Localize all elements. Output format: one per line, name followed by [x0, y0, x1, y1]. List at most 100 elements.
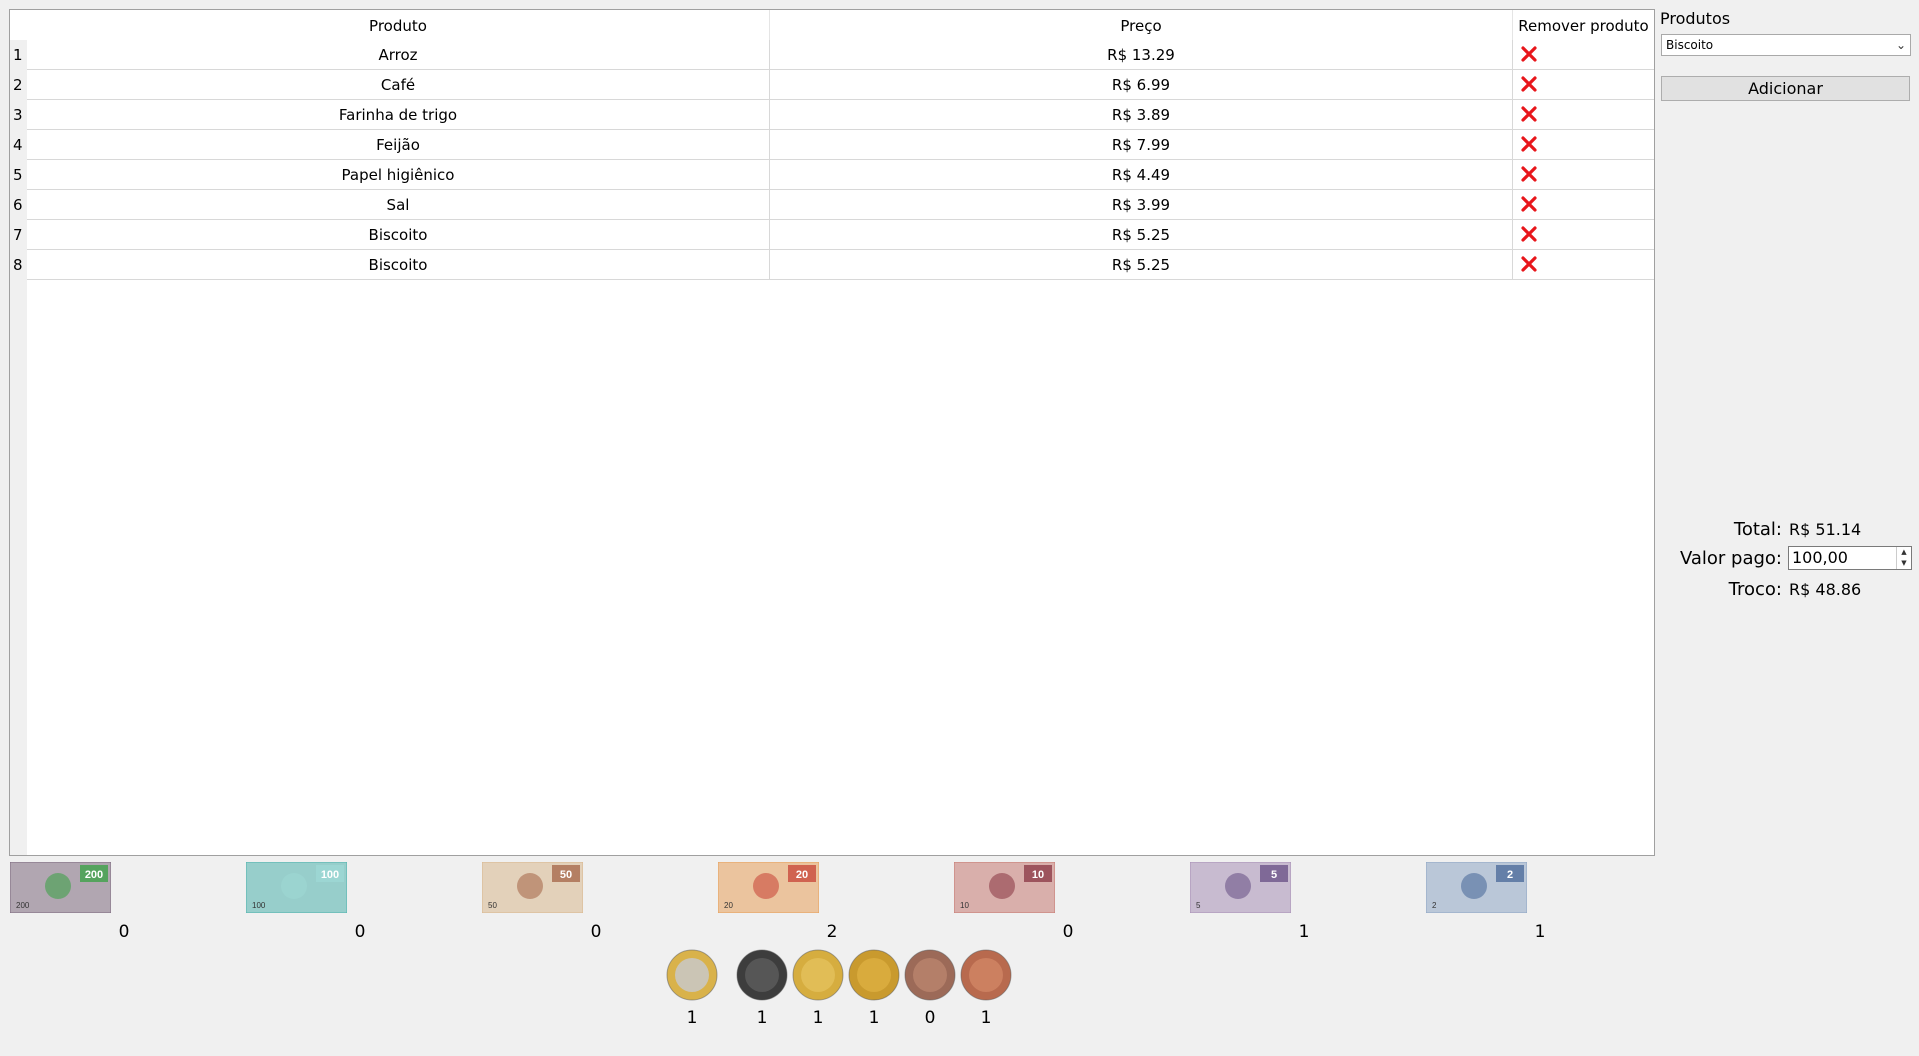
row-number[interactable]: 3 [10, 100, 27, 130]
table-corner [10, 10, 27, 40]
banknote-2-icon[interactable]: 22 [1426, 862, 1527, 913]
header-product[interactable]: Produto [27, 10, 770, 40]
header-price[interactable]: Preço [770, 10, 1513, 40]
chevron-down-icon[interactable]: ⌄ [1896, 35, 1906, 55]
table-row[interactable]: 1 Arroz R$ 13.29 [10, 40, 1654, 70]
banknote-corner-value: 20 [724, 901, 733, 910]
remove-cell [1513, 220, 1654, 250]
table-body: 1 Arroz R$ 13.29 2 Café R$ 6.99 3 Farinha de tr… [10, 40, 1654, 280]
paid-label: Valor pago: [1679, 548, 1782, 569]
price-cell[interactable]: R$ 6.99 [770, 70, 1513, 100]
paid-input-value: 100,00 [1792, 548, 1848, 567]
header-remove[interactable]: Remover produto [1513, 10, 1654, 40]
products-label: Produtos [1660, 9, 1731, 28]
coin-5-centavos-icon[interactable] [904, 949, 956, 1001]
remove-x-icon[interactable] [1521, 136, 1537, 152]
banknote-denomination: 10 [1032, 869, 1044, 881]
remove-x-icon[interactable] [1521, 256, 1537, 272]
banknote-count: 0 [1062, 922, 1074, 942]
table-header: Produto Preço Remover produto [27, 10, 1654, 40]
coin-10-centavos-icon[interactable] [848, 949, 900, 1001]
remove-x-icon[interactable] [1521, 76, 1537, 92]
banknote-corner-value: 10 [960, 901, 969, 910]
banknote-200-icon[interactable]: 200 200 [10, 862, 111, 913]
product-cell[interactable]: Arroz [27, 40, 770, 70]
coin-count: 1 [686, 1008, 698, 1028]
coin-1-real-icon[interactable] [666, 949, 718, 1001]
product-select[interactable]: Biscoito ⌄ [1661, 34, 1911, 56]
banknote-denomination: 20 [796, 869, 808, 881]
banknote-denomination: 2 [1507, 869, 1513, 881]
product-cell[interactable]: Papel higiênico [27, 160, 770, 190]
product-cell[interactable]: Feijão [27, 130, 770, 160]
price-cell[interactable]: R$ 3.99 [770, 190, 1513, 220]
row-number[interactable]: 6 [10, 190, 27, 220]
table-row[interactable]: 2 Café R$ 6.99 [10, 70, 1654, 100]
remove-cell [1513, 100, 1654, 130]
product-cell[interactable]: Biscoito [27, 220, 770, 250]
banknote-corner-value: 2 [1432, 901, 1437, 910]
remove-x-icon[interactable] [1521, 166, 1537, 182]
banknote-50-icon[interactable]: 50 50 [482, 862, 583, 913]
banknote-denomination: 50 [560, 869, 572, 881]
banknote-10-icon[interactable]: 10 10 [954, 862, 1055, 913]
row-number[interactable]: 7 [10, 220, 27, 250]
banknote-corner-value: 5 [1196, 901, 1201, 910]
row-number[interactable]: 8 [10, 250, 27, 280]
banknote-count: 0 [590, 922, 602, 942]
row-number[interactable]: 2 [10, 70, 27, 100]
table-row[interactable]: 4 Feijão R$ 7.99 [10, 130, 1654, 160]
product-select-value: Biscoito [1666, 38, 1714, 52]
banknote-denomination: 200 [85, 869, 103, 881]
banknote-20-icon[interactable]: 20 20 [718, 862, 819, 913]
remove-x-icon[interactable] [1521, 226, 1537, 242]
remove-x-icon[interactable] [1521, 106, 1537, 122]
remove-cell [1513, 40, 1654, 70]
price-cell[interactable]: R$ 5.25 [770, 220, 1513, 250]
table-row[interactable]: 5 Papel higiênico R$ 4.49 [10, 160, 1654, 190]
coin-count: 1 [812, 1008, 824, 1028]
coin-50-centavos-icon[interactable] [736, 949, 788, 1001]
price-cell[interactable]: R$ 3.89 [770, 100, 1513, 130]
table-row[interactable]: 7 Biscoito R$ 5.25 [10, 220, 1654, 250]
product-cell[interactable]: Biscoito [27, 250, 770, 280]
product-cell[interactable]: Sal [27, 190, 770, 220]
price-cell[interactable]: R$ 13.29 [770, 40, 1513, 70]
banknote-count: 0 [354, 922, 366, 942]
remove-cell [1513, 70, 1654, 100]
product-cell[interactable]: Café [27, 70, 770, 100]
banknote-count: 2 [826, 922, 838, 942]
price-cell[interactable]: R$ 5.25 [770, 250, 1513, 280]
remove-x-icon[interactable] [1521, 46, 1537, 62]
table-row[interactable]: 6 Sal R$ 3.99 [10, 190, 1654, 220]
paid-input[interactable]: 100,00 ▲ ▼ [1788, 546, 1912, 570]
banknote-corner-value: 100 [252, 901, 266, 910]
table-row[interactable]: 8 Biscoito R$ 5.25 [10, 250, 1654, 280]
row-number[interactable]: 4 [10, 130, 27, 160]
banknote-corner-value: 200 [16, 901, 30, 910]
remove-cell [1513, 250, 1654, 280]
banknote-100-icon[interactable]: 100 100 [246, 862, 347, 913]
coin-1-centavo-icon[interactable] [960, 949, 1012, 1001]
banknote-5-icon[interactable]: 55 [1190, 862, 1291, 913]
banknote-count: 1 [1298, 922, 1310, 942]
products-table[interactable]: Produto Preço Remover produto 1 Arroz R$ 1… [9, 9, 1655, 856]
banknote-denomination: 100 [321, 869, 339, 881]
price-cell[interactable]: R$ 7.99 [770, 130, 1513, 160]
paid-spinner[interactable]: ▲ ▼ [1896, 547, 1911, 569]
remove-cell [1513, 190, 1654, 220]
coin-count: 0 [924, 1008, 936, 1028]
row-number[interactable]: 5 [10, 160, 27, 190]
product-cell[interactable]: Farinha de trigo [27, 100, 770, 130]
remove-cell [1513, 130, 1654, 160]
table-row[interactable]: 3 Farinha de trigo R$ 3.89 [10, 100, 1654, 130]
row-number[interactable]: 1 [10, 40, 27, 70]
coin-25-centavos-icon[interactable] [792, 949, 844, 1001]
remove-x-icon[interactable] [1521, 196, 1537, 212]
change-value: R$ 48.86 [1789, 580, 1862, 599]
coin-count: 1 [756, 1008, 768, 1028]
total-value: R$ 51.14 [1789, 520, 1862, 539]
add-button[interactable]: Adicionar [1661, 76, 1910, 101]
coin-count: 1 [980, 1008, 992, 1028]
price-cell[interactable]: R$ 4.49 [770, 160, 1513, 190]
